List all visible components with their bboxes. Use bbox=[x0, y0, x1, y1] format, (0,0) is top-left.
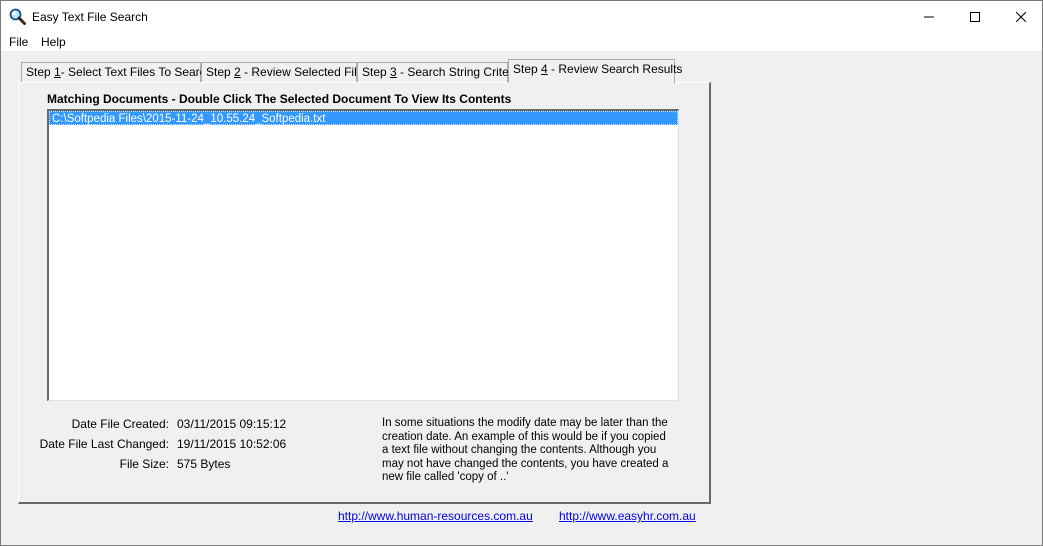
file-size-label: File Size: bbox=[119, 457, 169, 471]
tab-step-4-number: 4 bbox=[541, 62, 548, 76]
file-size-value: 575 Bytes bbox=[177, 457, 231, 471]
menu-help[interactable]: Help bbox=[41, 35, 66, 49]
date-created-label: Date File Created: bbox=[71, 417, 169, 431]
modify-date-note: In some situations the modify date may b… bbox=[382, 417, 669, 483]
maximize-icon bbox=[970, 11, 980, 22]
window-title: Easy Text File Search bbox=[32, 10, 148, 24]
tab-step-4[interactable]: Step 4 - Review Search Results bbox=[508, 59, 682, 83]
tab-step-3-number: 3 bbox=[390, 65, 397, 79]
tab-step-2-number: 2 bbox=[234, 65, 241, 79]
close-button[interactable] bbox=[998, 1, 1043, 32]
tab-step-1[interactable]: Step 1- Select Text Files To Search bbox=[21, 62, 212, 83]
date-changed-value: 19/11/2015 10:52:06 bbox=[177, 437, 287, 451]
tab-step-3[interactable]: Step 3 - Search String Criteria bbox=[357, 62, 522, 83]
date-changed-label: Date File Last Changed: bbox=[39, 437, 169, 451]
tab-step-3-prefix: Step bbox=[362, 65, 391, 79]
magnifier-icon bbox=[9, 8, 26, 25]
maximize-button[interactable] bbox=[952, 1, 998, 32]
tab-step-4-prefix: Step bbox=[513, 62, 542, 76]
tab-step-4-label: - Review Search Results bbox=[547, 62, 683, 76]
tab-step-3-label: - Search String Criteria bbox=[396, 65, 523, 79]
human-resources-link[interactable]: http://www.human-resources.com.au bbox=[338, 509, 533, 523]
easyhr-link[interactable]: http://www.easyhr.com.au bbox=[559, 509, 696, 523]
close-icon bbox=[1016, 11, 1026, 22]
tab-step-2-label: - Review Selected Files bbox=[240, 65, 370, 79]
tab-step-2[interactable]: Step 2 - Review Selected Files bbox=[201, 62, 369, 83]
menu-file[interactable]: File bbox=[9, 35, 28, 49]
minimize-button[interactable] bbox=[906, 1, 952, 32]
tab-step-1-number: 1 bbox=[54, 65, 61, 79]
tab-step-1-label: - Select Text Files To Search bbox=[60, 65, 213, 79]
results-heading: Matching Documents - Double Click The Se… bbox=[47, 92, 512, 106]
title-bar[interactable]: Easy Text File Search bbox=[1, 1, 1042, 32]
search-results-panel: Matching Documents - Double Click The Se… bbox=[18, 82, 711, 504]
tab-step-1-prefix: Step bbox=[26, 65, 55, 79]
minimize-icon bbox=[924, 16, 934, 17]
app-window: Easy Text File Search File Help Step 1- … bbox=[0, 0, 1043, 546]
results-listbox[interactable]: C:\Softpedia Files\2015-11-24_10.55.24_S… bbox=[47, 109, 679, 401]
list-item[interactable]: C:\Softpedia Files\2015-11-24_10.55.24_S… bbox=[49, 111, 678, 125]
menu-bar: File Help bbox=[1, 32, 1042, 51]
tab-step-2-prefix: Step bbox=[206, 65, 235, 79]
date-created-value: 03/11/2015 09:15:12 bbox=[177, 417, 287, 431]
